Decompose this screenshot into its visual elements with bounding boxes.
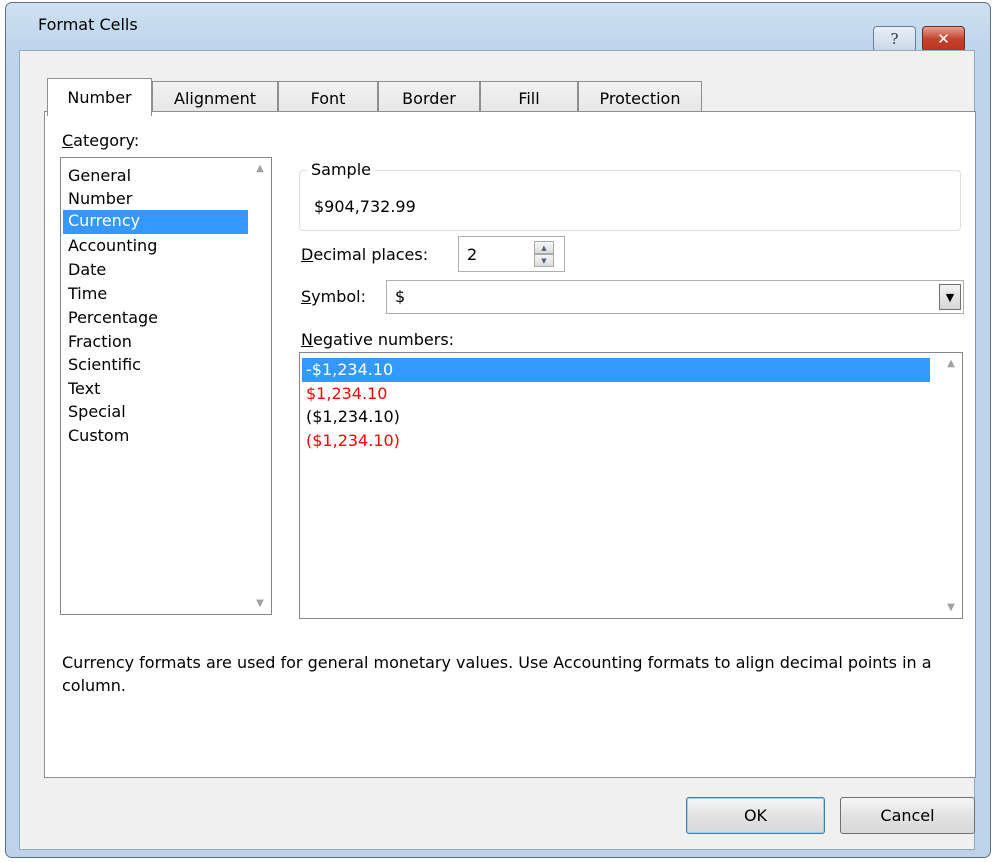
category-label: Category: — [62, 131, 139, 150]
sample-legend: Sample — [307, 160, 375, 179]
tab-label: Protection — [599, 89, 681, 108]
help-icon: ? — [890, 30, 899, 48]
tab-label: Fill — [518, 89, 540, 108]
tab-label: Border — [402, 89, 456, 108]
symbol-dropdown[interactable]: $ ▼ — [386, 280, 964, 314]
negative-numbers-label: Negative numbers: — [301, 330, 454, 349]
scroll-down-icon[interactable]: ▼ — [256, 593, 264, 614]
scroll-up-icon[interactable]: ▲ — [947, 353, 955, 374]
tab-protection[interactable]: Protection — [578, 81, 702, 115]
accel-key: N — [301, 330, 313, 349]
tab-font[interactable]: Font — [278, 81, 378, 115]
sample-value: $904,732.99 — [314, 197, 416, 216]
category-listbox[interactable]: General Number Currency Accounting Date … — [60, 157, 272, 615]
negative-format-item[interactable]: $1,234.10 — [302, 382, 930, 406]
category-item-general[interactable]: General — [63, 165, 248, 189]
close-icon: ✕ — [937, 30, 950, 48]
negative-format-item[interactable]: ($1,234.10) — [302, 405, 930, 429]
decimal-places-spinner[interactable]: 2 ▲ ▼ — [458, 236, 565, 272]
category-item-currency[interactable]: Currency — [63, 210, 248, 234]
category-item-scientific[interactable]: Scientific — [63, 354, 248, 378]
category-item-special[interactable]: Special — [63, 401, 248, 425]
help-button[interactable]: ? — [873, 26, 916, 52]
category-item-number[interactable]: Number — [63, 188, 248, 212]
accel-key: D — [301, 245, 314, 264]
category-item-time[interactable]: Time — [63, 283, 248, 307]
scroll-up-icon[interactable]: ▲ — [256, 158, 264, 179]
cancel-button[interactable]: Cancel — [840, 797, 975, 834]
button-label: OK — [743, 806, 768, 825]
category-item-percentage[interactable]: Percentage — [63, 307, 248, 331]
accel-key: C — [62, 131, 74, 150]
scroll-down-icon[interactable]: ▼ — [947, 597, 955, 618]
dialog-title: Format Cells — [38, 15, 138, 34]
close-button[interactable]: ✕ — [922, 26, 965, 52]
label-text: ymbol: — [311, 287, 366, 306]
spin-buttons: ▲ ▼ — [534, 241, 554, 267]
title-bar[interactable]: Format Cells ? ✕ — [6, 3, 990, 52]
tab-label: Font — [310, 89, 346, 108]
button-label: Cancel — [880, 806, 935, 825]
tab-fill[interactable]: Fill — [480, 81, 578, 115]
category-item-fraction[interactable]: Fraction — [63, 331, 248, 355]
tab-label: Number — [67, 88, 132, 107]
label-text: ategory: — [73, 131, 140, 150]
spin-up-icon[interactable]: ▲ — [534, 241, 554, 254]
negative-numbers-listbox[interactable]: -$1,234.10 $1,234.10 ($1,234.10) ($1,234… — [299, 352, 963, 619]
label-text: ecimal places: — [313, 245, 429, 264]
ok-button[interactable]: OK — [686, 797, 825, 834]
symbol-label: Symbol: — [301, 287, 366, 306]
accel-key: S — [301, 287, 312, 306]
tab-number[interactable]: Number — [47, 78, 152, 116]
decimal-places-label: Decimal places: — [301, 245, 428, 264]
category-item-date[interactable]: Date — [63, 259, 248, 283]
category-item-custom[interactable]: Custom — [63, 425, 248, 449]
tab-border[interactable]: Border — [378, 81, 480, 115]
dropdown-arrow-icon[interactable]: ▼ — [939, 284, 961, 310]
label-text: egative numbers: — [312, 330, 455, 349]
negative-format-item[interactable]: -$1,234.10 — [302, 358, 930, 382]
tab-label: Alignment — [174, 89, 256, 108]
category-scrollbar[interactable]: ▲ ▼ — [249, 158, 271, 614]
format-description: Currency formats are used for general mo… — [62, 653, 932, 695]
category-item-accounting[interactable]: Accounting — [63, 235, 248, 259]
decimal-places-value[interactable]: 2 — [467, 245, 477, 264]
category-item-text[interactable]: Text — [63, 378, 248, 402]
negative-format-item[interactable]: ($1,234.10) — [302, 429, 930, 453]
negative-numbers-scrollbar[interactable]: ▲ ▼ — [940, 353, 962, 618]
spin-down-icon[interactable]: ▼ — [534, 254, 554, 267]
tab-alignment[interactable]: Alignment — [152, 81, 278, 115]
symbol-value: $ — [395, 287, 406, 306]
